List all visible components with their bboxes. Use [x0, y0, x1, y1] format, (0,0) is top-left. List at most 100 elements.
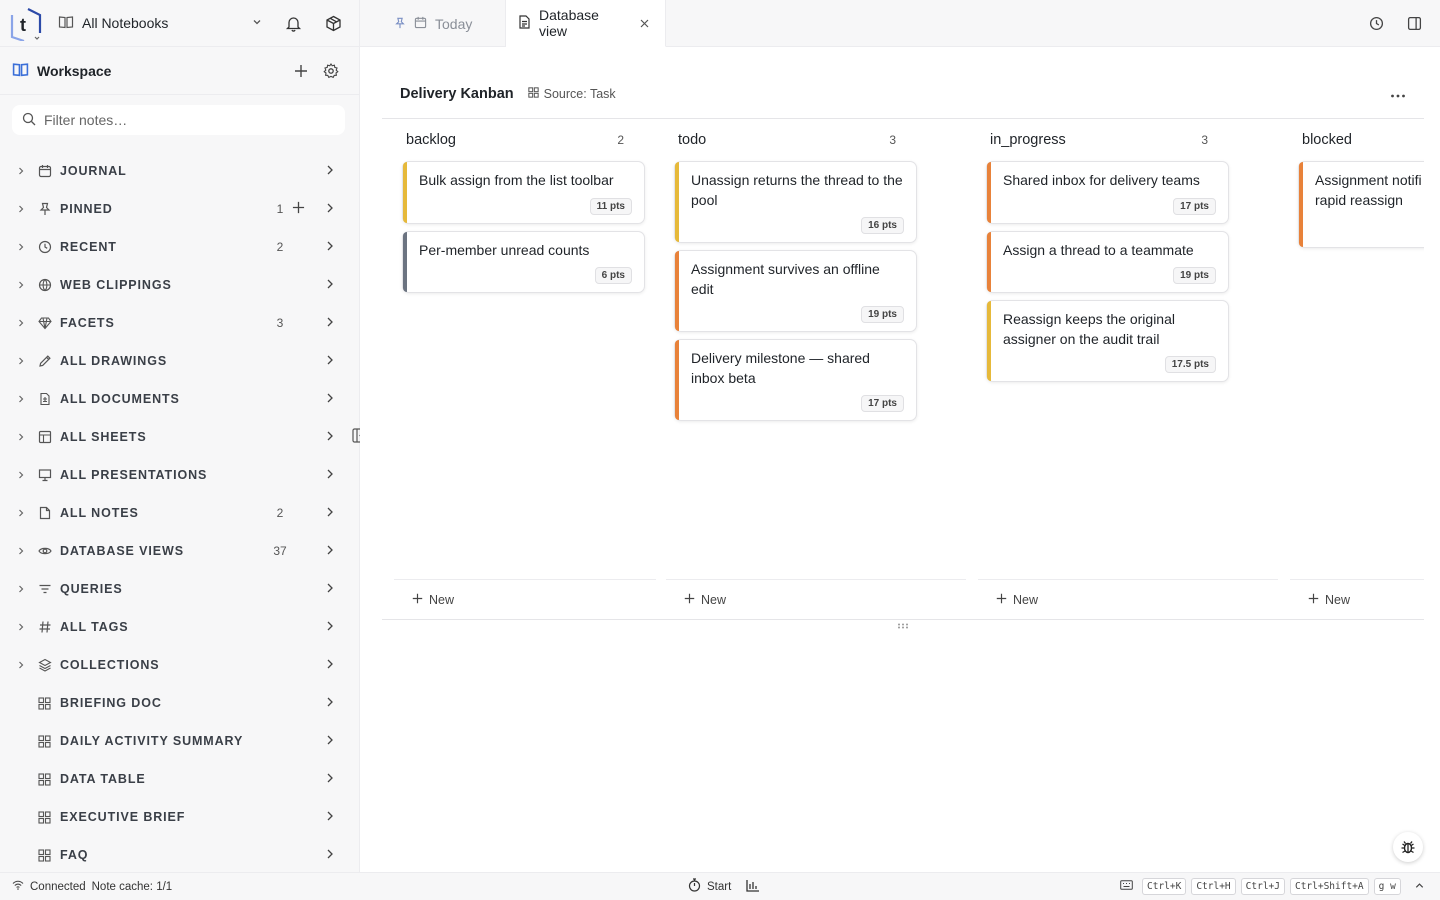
filter-notes-input[interactable]: Filter notes… [12, 105, 345, 135]
chevron-right-icon[interactable] [324, 695, 336, 711]
add-card-button-blocked[interactable]: New [1290, 579, 1424, 619]
chevron-right-icon[interactable] [324, 619, 336, 635]
sidebar-item-executive-brief[interactable]: EXECUTIVE BRIEF [0, 798, 359, 836]
sidebar-item-recent[interactable]: RECENT 2 [0, 228, 359, 266]
connection-status: Connected Note cache: 1/1 [0, 880, 172, 893]
chevron-right-icon[interactable] [324, 733, 336, 749]
chevron-right-icon[interactable] [324, 809, 336, 825]
sidebar-item-count: 3 [276, 316, 284, 330]
notebook-selector[interactable]: All Notebooks [58, 14, 279, 33]
kanban-card[interactable]: Shared inbox for delivery teams 17 pts [986, 161, 1229, 224]
chevron-right-icon[interactable] [324, 581, 336, 597]
add-card-button-in-progress[interactable]: New [978, 579, 1278, 619]
add-card-label: New [1325, 592, 1351, 607]
chevron-right-icon[interactable] [16, 356, 30, 366]
keyboard-shortcuts: Ctrl+K Ctrl+H Ctrl+J Ctrl+Shift+A g w [1120, 878, 1425, 895]
workspace-settings-gear-icon[interactable] [317, 57, 345, 85]
sidebar-item-daily-activity-summary[interactable]: DAILY ACTIVITY SUMMARY [0, 722, 359, 760]
sidebar-item-all-drawings[interactable]: ALL DRAWINGS [0, 342, 359, 380]
kanban-card[interactable]: Assignment survives an offline edit 19 p… [674, 250, 917, 332]
kanban-card[interactable]: Assign a thread to a teammate 19 pts [986, 230, 1229, 293]
chevron-right-icon[interactable] [324, 771, 336, 787]
tab-today[interactable]: Today [360, 0, 506, 47]
sidebar-item-all-presentations[interactable]: ALL PRESENTATIONS [0, 456, 359, 494]
sidebar-item-all-sheets[interactable]: ALL SHEETS [0, 418, 359, 456]
history-clock-icon[interactable] [1362, 9, 1390, 37]
chevron-right-icon[interactable] [16, 166, 30, 176]
bar-chart-icon[interactable] [746, 879, 760, 895]
chevron-right-icon[interactable] [324, 391, 336, 407]
toggle-right-panel-icon[interactable] [1400, 9, 1428, 37]
chevron-right-icon[interactable] [16, 546, 30, 556]
chevron-right-icon[interactable] [324, 429, 336, 445]
chevron-right-icon[interactable] [16, 432, 30, 442]
notifications-bell-icon[interactable] [279, 9, 307, 37]
kanban-card[interactable]: Per-member unread counts 6 pts [402, 230, 645, 293]
chevron-right-icon[interactable] [324, 315, 336, 331]
chevron-right-icon[interactable] [16, 318, 30, 328]
close-icon[interactable] [640, 16, 649, 31]
pin-icon [394, 16, 406, 32]
chevron-right-icon[interactable] [324, 201, 336, 217]
sidebar-item-label: JOURNAL [60, 164, 127, 178]
package-icon[interactable] [319, 9, 347, 37]
chevron-right-icon[interactable] [16, 660, 30, 670]
more-options-icon[interactable] [1390, 85, 1406, 103]
add-card-button-backlog[interactable]: New [394, 579, 656, 619]
view-source[interactable]: Source: Task [527, 87, 616, 101]
kanban-card[interactable]: Assignment notifi rapid reassign [1298, 161, 1424, 248]
sidebar-item-all-tags[interactable]: ALL TAGS [0, 608, 359, 646]
sidebar-item-collections[interactable]: COLLECTIONS [0, 646, 359, 684]
sidebar-item-all-notes[interactable]: ALL NOTES 2 [0, 494, 359, 532]
app-logo-icon[interactable]: t [8, 5, 44, 43]
chevron-right-icon[interactable] [324, 239, 336, 255]
kanban-card[interactable]: Reassign keeps the original assigner on … [986, 300, 1229, 382]
chevron-right-icon[interactable] [324, 277, 336, 293]
bug-report-icon[interactable] [1393, 832, 1423, 862]
chevron-right-icon[interactable] [16, 470, 30, 480]
sidebar-item-data-table[interactable]: DATA TABLE [0, 760, 359, 798]
start-timer-button[interactable]: Start [688, 878, 731, 895]
resize-handle-icon[interactable] [897, 621, 909, 632]
sidebar-item-label: RECENT [60, 240, 117, 254]
workspace-title: Workspace [37, 62, 112, 79]
chevron-right-icon[interactable] [16, 280, 30, 290]
chevron-right-icon[interactable] [16, 204, 30, 214]
sidebar-item-all-documents[interactable]: ALL DOCUMENTS [0, 380, 359, 418]
chevron-right-icon[interactable] [324, 505, 336, 521]
add-card-label: New [1013, 592, 1039, 607]
chevron-right-icon[interactable] [324, 467, 336, 483]
pin-icon [38, 201, 54, 217]
kanban-card[interactable]: Delivery milestone — shared inbox beta 1… [674, 339, 917, 421]
chevron-right-icon[interactable] [16, 508, 30, 518]
column-title: blocked [1302, 132, 1352, 148]
sidebar-item-label: COLLECTIONS [60, 658, 160, 672]
chevron-right-icon[interactable] [324, 543, 336, 559]
kanban-card[interactable]: Unassign returns the thread to the pool … [674, 161, 917, 243]
sidebar-item-pinned[interactable]: PINNED 1 [0, 190, 359, 228]
points-badge: 17 pts [861, 395, 904, 412]
sidebar-item-queries[interactable]: QUERIES [0, 570, 359, 608]
chevron-right-icon[interactable] [324, 353, 336, 369]
chevron-right-icon[interactable] [16, 584, 30, 594]
chevron-right-icon[interactable] [16, 622, 30, 632]
add-card-button-todo[interactable]: New [666, 579, 966, 619]
sidebar-item-web-clippings[interactable]: WEB CLIPPINGS [0, 266, 359, 304]
chevron-up-icon[interactable] [1414, 880, 1425, 894]
sidebar-item-facets[interactable]: FACETS 3 [0, 304, 359, 342]
priority-bar [403, 162, 407, 223]
tab-database-view[interactable]: Database view [506, 0, 666, 47]
sidebar-item-faq[interactable]: FAQ [0, 836, 359, 872]
chevron-right-icon[interactable] [324, 657, 336, 673]
chevron-right-icon[interactable] [16, 394, 30, 404]
add-note-plus-icon[interactable] [287, 57, 315, 85]
kanban-card[interactable]: Bulk assign from the list toolbar 11 pts [402, 161, 645, 224]
sidebar-item-journal[interactable]: JOURNAL [0, 152, 359, 190]
sidebar-item-briefing-doc[interactable]: BRIEFING DOC [0, 684, 359, 722]
chevron-right-icon[interactable] [16, 242, 30, 252]
add-pinned-plus-icon[interactable] [292, 201, 305, 217]
chevron-right-icon[interactable] [324, 847, 336, 863]
chevron-right-icon[interactable] [324, 163, 336, 179]
sidebar-item-database-views[interactable]: DATABASE VIEWS 37 [0, 532, 359, 570]
grid-icon [527, 87, 539, 101]
